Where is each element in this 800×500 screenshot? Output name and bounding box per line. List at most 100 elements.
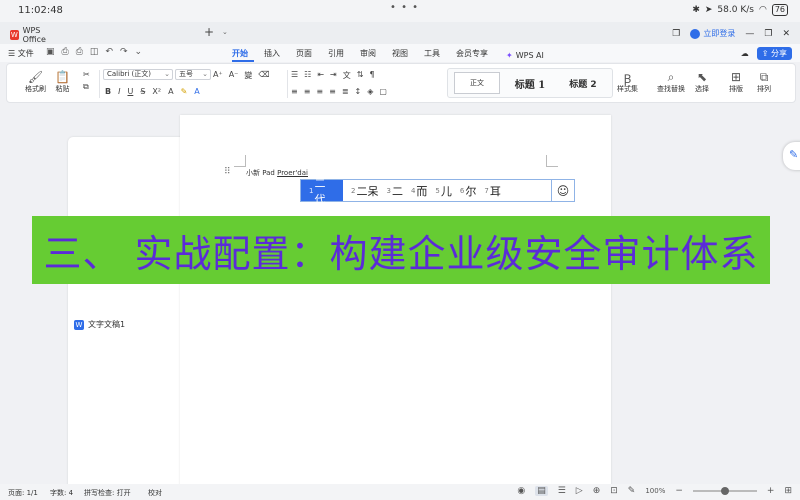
tab-references[interactable]: 引用 <box>328 48 360 62</box>
ime-candidate[interactable]: 5儿 <box>427 180 451 201</box>
sort-icon[interactable]: ⇅ <box>357 70 364 81</box>
underline-icon[interactable]: U <box>127 87 133 96</box>
distribute-icon[interactable]: ≣ <box>342 87 349 96</box>
paste-button[interactable]: 📋 粘贴 <box>55 70 70 94</box>
chevron-down-icon[interactable]: ⌄ <box>222 28 228 36</box>
page-view-icon[interactable]: ▤ <box>535 486 548 496</box>
align-center-icon[interactable]: ≡ <box>304 87 311 96</box>
find-replace-button[interactable]: ⌕ 查找替换 <box>657 70 685 94</box>
emoji-icon[interactable]: ☺ <box>551 180 574 201</box>
tab-review[interactable]: 审阅 <box>360 48 392 62</box>
ime-candidate[interactable]: 2 二呆 <box>343 180 378 201</box>
tab-home[interactable]: 开始 <box>232 48 254 62</box>
font-size-tools: A⁺ A⁻ 變 ⌫ <box>213 70 270 81</box>
save-icon[interactable]: ▣ <box>46 47 55 57</box>
proofread-button[interactable]: 校对 <box>148 488 162 498</box>
font-name-select[interactable]: Calibri (正文) ⌄ <box>103 69 173 80</box>
print-preview-icon[interactable]: ◫ <box>90 47 99 57</box>
arrange-button[interactable]: ⧉ 排列 <box>757 70 771 94</box>
justify-icon[interactable]: ≡ <box>329 87 336 96</box>
wps-ai-button[interactable]: ✦ WPS AI <box>506 48 544 62</box>
italic-icon[interactable]: I <box>118 87 120 96</box>
new-tab-button[interactable]: + <box>204 25 214 39</box>
border-icon[interactable]: ▢ <box>379 87 387 96</box>
pen-tool-icon[interactable]: ✎ <box>783 142 800 170</box>
cloud-icon[interactable]: ☁ <box>741 49 749 58</box>
line-spacing-icon[interactable]: ↕ <box>355 87 362 96</box>
print-icon[interactable]: ⎙ <box>76 47 83 57</box>
shading-icon[interactable]: ◈ <box>367 87 373 96</box>
undo-icon[interactable]: ↶ <box>105 47 113 57</box>
multi-window-icon[interactable]: ❐ <box>672 29 680 39</box>
copy-icon[interactable]: ⧉ <box>83 82 90 92</box>
tab-insert[interactable]: 插入 <box>264 48 296 62</box>
restore-icon[interactable]: ❐ <box>764 29 772 39</box>
align-right-icon[interactable]: ≡ <box>316 87 323 96</box>
decrease-indent-icon[interactable]: ⇤ <box>317 70 324 81</box>
redo-icon[interactable]: ↷ <box>120 47 128 57</box>
document-page[interactable] <box>180 115 611 490</box>
style-heading-1[interactable]: 标题 1 <box>506 72 554 94</box>
tab-view[interactable]: 视图 <box>392 48 424 62</box>
chevron-down-icon[interactable]: ⌄ <box>135 47 143 57</box>
tab-wps-office[interactable]: W WPS Office <box>4 25 66 44</box>
spellcheck-toggle[interactable]: 拼写检查: 打开 <box>84 488 131 498</box>
highlight-icon[interactable]: ✎ <box>181 87 188 96</box>
focus-icon[interactable]: ⊡ <box>610 486 618 496</box>
format-painter-button[interactable]: 🖌 格式刷 <box>25 70 46 94</box>
chinese-layout-icon[interactable]: 文 <box>343 70 351 81</box>
shrink-font-icon[interactable]: A⁻ <box>229 70 239 81</box>
web-view-icon[interactable]: ☰ <box>558 486 566 496</box>
text-effect-icon[interactable]: A <box>168 87 173 96</box>
export-pdf-icon[interactable]: ⎙ <box>62 47 69 57</box>
layout-button[interactable]: ⊞ 排版 <box>729 70 743 94</box>
tab-membership[interactable]: 会员专享 <box>456 48 506 62</box>
increase-indent-icon[interactable]: ⇥ <box>330 70 337 81</box>
margin-corner-top-left <box>234 155 246 167</box>
zoom-out-icon[interactable]: − <box>675 486 683 496</box>
minimize-icon[interactable]: — <box>745 29 754 39</box>
style-set-button[interactable]: Ꞵ 样式集 <box>617 70 638 94</box>
align-left-icon[interactable]: ≡ <box>291 87 298 96</box>
cut-icon[interactable]: ✂ <box>83 70 90 79</box>
ime-candidate[interactable]: 1 二代 <box>301 177 343 206</box>
zoom-slider-knob[interactable] <box>720 487 729 495</box>
login-button[interactable]: 立即登录 <box>690 28 735 39</box>
document-text-line[interactable]: 小新 Pad Proer'dai <box>246 168 308 178</box>
globe-icon[interactable]: ⊕ <box>593 486 601 496</box>
grow-font-icon[interactable]: A⁺ <box>213 70 223 81</box>
play-icon[interactable]: ▷ <box>576 486 583 496</box>
bullet-list-icon[interactable]: ☰ <box>291 70 298 81</box>
bold-icon[interactable]: B <box>105 87 111 96</box>
numbered-list-icon[interactable]: ☷ <box>304 70 311 81</box>
ime-candidate[interactable]: 7耳 <box>476 180 500 201</box>
pen-icon[interactable]: ✎ <box>628 486 636 496</box>
tab-tools[interactable]: 工具 <box>424 48 456 62</box>
eye-icon[interactable]: ◉ <box>517 486 525 496</box>
strikethrough-icon[interactable]: S̶ <box>140 87 145 96</box>
style-heading-2[interactable]: 标题 2 <box>560 72 606 94</box>
zoom-in-icon[interactable]: + <box>767 486 775 496</box>
close-window-icon[interactable]: ✕ <box>782 29 790 39</box>
style-normal[interactable]: 正文 <box>454 72 500 94</box>
show-marks-icon[interactable]: ¶ <box>369 70 374 81</box>
phonetic-icon[interactable]: 變 <box>244 70 252 81</box>
share-button[interactable]: ⇪ 分享 <box>756 47 792 60</box>
file-menu-button[interactable]: ☰ 文件 <box>8 48 34 59</box>
zoom-slider[interactable] <box>692 487 757 495</box>
fit-page-icon[interactable]: ⊞ <box>784 486 792 496</box>
page-count[interactable]: 页面: 1/1 <box>8 488 38 498</box>
superscript-icon[interactable]: X² <box>152 87 161 96</box>
multitask-dots[interactable]: • • • <box>390 2 419 13</box>
word-count[interactable]: 字数: 4 <box>50 488 73 498</box>
drag-handle-icon[interactable]: ⠿ <box>224 167 231 177</box>
zoom-level[interactable]: 100% <box>645 487 665 495</box>
ime-candidate[interactable]: 3二 <box>378 180 402 201</box>
tab-page[interactable]: 页面 <box>296 48 328 62</box>
ime-candidate[interactable]: 6尔 <box>452 180 476 201</box>
select-button[interactable]: ⬉ 选择 <box>695 70 709 94</box>
clear-format-icon[interactable]: ⌫ <box>258 70 269 81</box>
ime-candidate[interactable]: 4而 <box>403 180 427 201</box>
font-color-icon[interactable]: A <box>194 87 199 96</box>
font-size-select[interactable]: 五号 ⌄ <box>175 69 211 80</box>
